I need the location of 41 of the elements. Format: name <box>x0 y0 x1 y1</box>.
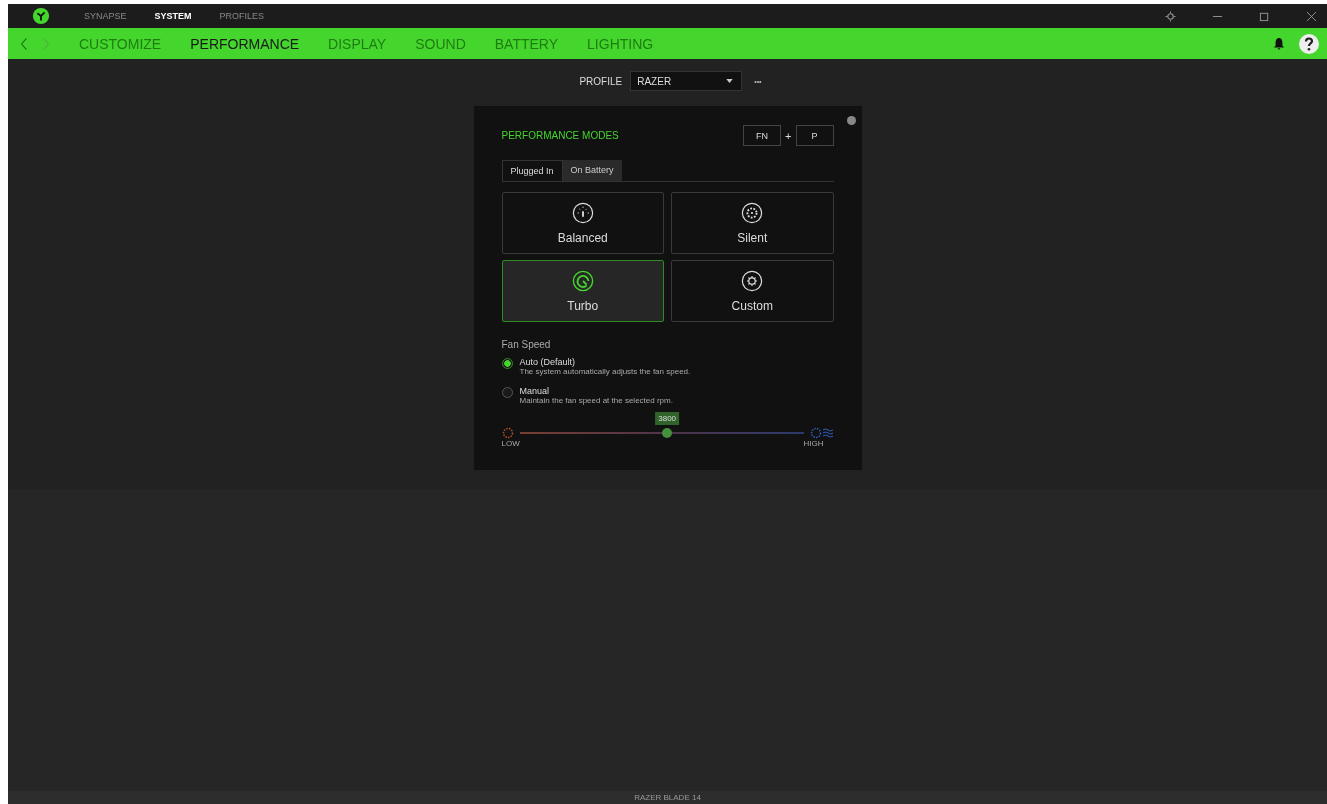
panel-title: PERFORMANCE MODES <box>501 130 619 141</box>
option-label: Auto (Default) <box>519 357 577 367</box>
top-tab[interactable]: SYNAPSE <box>84 11 127 21</box>
plus-sign: + <box>785 129 792 142</box>
mode-button[interactable]: Silent <box>671 192 834 254</box>
mode-button[interactable]: Custom <box>671 260 834 322</box>
bell-icon[interactable] <box>1273 36 1285 51</box>
nav-tab[interactable]: PERFORMANCE <box>190 35 300 52</box>
profile-dropdown[interactable]: RAZER <box>630 71 743 91</box>
device-name: RAZER BLADE 14 <box>634 792 701 804</box>
gear-icon <box>741 269 764 292</box>
power-tab[interactable]: Plugged In <box>501 160 563 181</box>
caret-icon <box>726 79 734 83</box>
key-cap: P <box>795 125 834 146</box>
option-description: The system automatically adjusts the fan speed. <box>519 367 691 376</box>
key-cap: FN <box>743 125 782 146</box>
power-tab[interactable]: On Battery <box>562 160 622 181</box>
radio-button[interactable] <box>501 358 513 369</box>
high-label: HIGH <box>803 439 824 448</box>
mode-button[interactable]: Balanced <box>501 192 664 254</box>
option-label: Manual <box>519 386 551 396</box>
razer-logo-icon <box>32 7 50 25</box>
help-icon[interactable] <box>1299 33 1319 54</box>
top-tab[interactable]: PROFILES <box>219 11 265 21</box>
back-icon[interactable] <box>20 36 28 51</box>
maximize-icon[interactable] <box>1259 10 1270 22</box>
fan-speed-label: Fan Speed <box>501 339 552 350</box>
fan-icon <box>741 201 764 224</box>
close-icon[interactable] <box>1306 10 1317 22</box>
speedometer-icon <box>571 269 594 292</box>
fan-high-icon <box>809 427 834 439</box>
fan-low-icon <box>501 427 514 439</box>
top-tab[interactable]: SYSTEM <box>154 11 192 21</box>
radio-button[interactable] <box>501 387 513 398</box>
slider-value: 3800 <box>655 412 680 425</box>
option-description: Maintain the fan speed at the selected rpm. <box>519 396 673 405</box>
mode-button[interactable]: Turbo <box>501 260 664 322</box>
gauge-icon <box>571 201 594 224</box>
profile-label: PROFILE <box>579 75 623 87</box>
settings-icon[interactable] <box>1165 10 1176 22</box>
low-label: LOW <box>501 439 520 448</box>
